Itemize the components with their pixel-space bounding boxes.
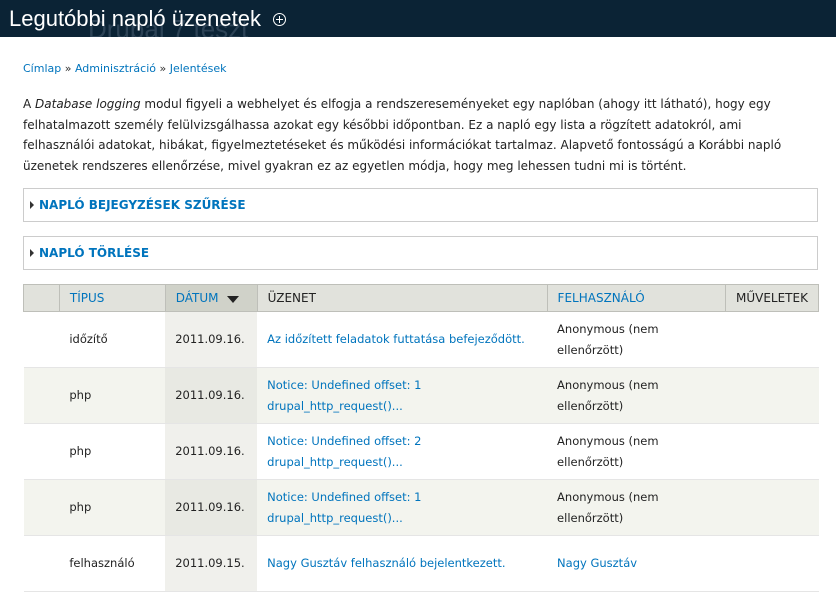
- operations-cell: [725, 535, 819, 592]
- breadcrumb-home[interactable]: Címlap: [23, 62, 61, 75]
- icon-column-header: [23, 284, 60, 312]
- clear-log-fieldset-label: Napló törlése: [39, 246, 150, 260]
- breadcrumb-separator: »: [64, 62, 72, 75]
- user-cell: Nagy Gusztáv: [547, 535, 726, 592]
- user-cell: Anonymous (nem ellenőrzött): [547, 367, 726, 424]
- type-cell: időzítő: [59, 311, 166, 368]
- user-cell: Anonymous (nem ellenőrzött): [547, 311, 726, 368]
- message-link[interactable]: Notice: Undefined offset: 1 drupal_http_…: [267, 378, 421, 413]
- date-cell: 2011.09.15.: [165, 535, 258, 592]
- message-link[interactable]: Az időzített feladatok futtatása befejez…: [267, 332, 525, 346]
- message-cell: Nagy Gusztáv felhasználó bejelentkezett.: [257, 535, 548, 592]
- collapsed-arrow-icon: [30, 201, 34, 209]
- help-text: A Database logging modul figyeli a webhe…: [23, 94, 813, 176]
- message-link[interactable]: Nagy Gusztáv felhasználó bejelentkezett.: [267, 556, 505, 570]
- table-row: felhasználó 2011.09.15. Nagy Gusztáv fel…: [23, 535, 819, 592]
- operations-cell: [725, 423, 819, 480]
- message-cell: Az időzített feladatok futtatása befejez…: [257, 311, 548, 368]
- message-link[interactable]: Notice: Undefined offset: 1 drupal_http_…: [267, 490, 421, 525]
- date-cell: 2011.09.16.: [165, 367, 258, 424]
- table-row: php 2011.09.16. Notice: Undefined offset…: [23, 367, 819, 424]
- date-cell: 2011.09.16.: [165, 311, 258, 368]
- date-header-label[interactable]: DÁTUM: [176, 291, 219, 305]
- breadcrumb-admin[interactable]: Adminisztráció: [75, 62, 156, 75]
- message-cell: Notice: Undefined offset: 1 drupal_http_…: [257, 367, 548, 424]
- type-column-header[interactable]: TÍPUS: [58, 284, 166, 312]
- page-title: Legutóbbi napló üzenetek: [9, 6, 261, 31]
- filter-fieldset-label: Napló bejegyzések szűrése: [39, 198, 246, 212]
- user-header-label[interactable]: FELHASZNÁLÓ: [558, 291, 645, 305]
- table-header-row: TÍPUS DÁTUM ÜZENET FELHASZNÁLÓ MŰVELETEK: [23, 284, 820, 312]
- message-link[interactable]: Notice: Undefined offset: 2 drupal_http_…: [267, 434, 421, 469]
- page-header: Drupal 7 teszt Legutóbbi napló üzenetek: [0, 0, 836, 37]
- breadcrumb-reports[interactable]: Jelentések: [170, 62, 227, 75]
- clear-log-fieldset[interactable]: Napló törlése: [23, 236, 818, 270]
- page-title-wrap: Legutóbbi napló üzenetek: [9, 6, 286, 32]
- user-cell: Anonymous (nem ellenőrzött): [547, 479, 726, 536]
- module-name: Database logging: [35, 97, 141, 111]
- breadcrumb-separator: »: [159, 62, 167, 75]
- add-shortcut-icon[interactable]: [273, 12, 286, 26]
- message-cell: Notice: Undefined offset: 1 drupal_http_…: [257, 479, 548, 536]
- operations-column-header: MŰVELETEK: [724, 284, 820, 312]
- type-cell: php: [59, 367, 166, 424]
- operations-header-label: MŰVELETEK: [735, 291, 808, 305]
- message-column-header: ÜZENET: [256, 284, 548, 312]
- help-text-start: A: [23, 97, 36, 111]
- clear-log-fieldset-toggle[interactable]: Napló törlése: [30, 246, 149, 260]
- operations-cell: [725, 367, 819, 424]
- date-cell: 2011.09.16.: [165, 423, 258, 480]
- type-cell: php: [59, 423, 166, 480]
- operations-cell: [725, 311, 819, 368]
- filter-fieldset[interactable]: Napló bejegyzések szűrése: [23, 188, 818, 222]
- user-cell: Anonymous (nem ellenőrzött): [547, 423, 726, 480]
- operations-cell: [725, 479, 819, 536]
- date-cell: 2011.09.16.: [165, 479, 258, 536]
- table-row: php 2011.09.16. Notice: Undefined offset…: [23, 423, 819, 480]
- type-cell: felhasználó: [59, 535, 166, 592]
- filter-fieldset-toggle[interactable]: Napló bejegyzések szűrése: [30, 198, 246, 212]
- table-row: php 2011.09.16. Notice: Undefined offset…: [23, 479, 819, 536]
- message-cell: Notice: Undefined offset: 2 drupal_http_…: [257, 423, 548, 480]
- message-header-label: ÜZENET: [267, 291, 316, 305]
- sort-descending-icon[interactable]: [227, 296, 240, 303]
- icon-cell: [23, 367, 60, 424]
- collapsed-arrow-icon: [30, 249, 34, 257]
- icon-cell: [23, 535, 60, 592]
- icon-cell: [23, 423, 60, 480]
- user-link[interactable]: Nagy Gusztáv: [557, 556, 637, 570]
- table-row: időzítő 2011.09.16. Az időzített feladat…: [23, 311, 819, 368]
- date-column-header[interactable]: DÁTUM: [164, 284, 258, 312]
- user-column-header[interactable]: FELHASZNÁLÓ: [546, 284, 726, 312]
- type-header-label[interactable]: TÍPUS: [70, 291, 105, 305]
- icon-cell: [23, 479, 60, 536]
- breadcrumb: Címlap » Adminisztráció » Jelentések: [23, 62, 227, 75]
- icon-cell: [23, 311, 60, 368]
- log-table: TÍPUS DÁTUM ÜZENET FELHASZNÁLÓ MŰVELETEK…: [23, 284, 820, 592]
- type-cell: php: [59, 479, 166, 536]
